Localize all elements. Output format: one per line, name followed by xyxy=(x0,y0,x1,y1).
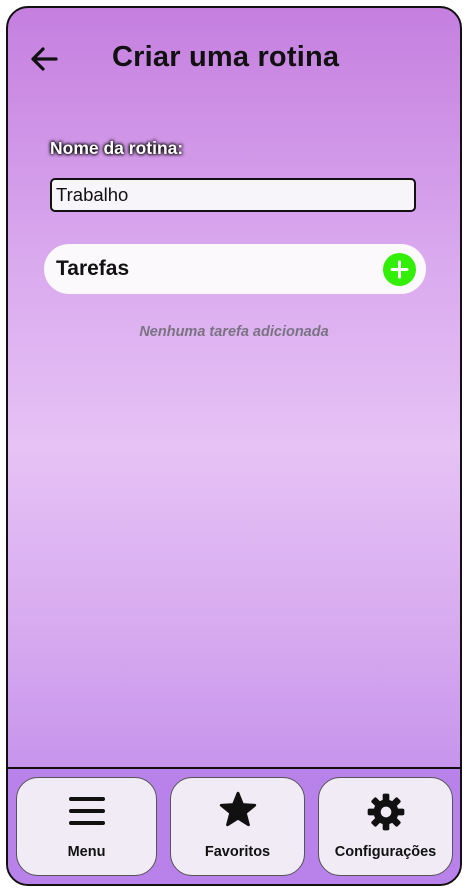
star-icon xyxy=(219,791,256,827)
tasks-title: Tarefas xyxy=(56,257,130,280)
back-button[interactable] xyxy=(28,43,64,75)
page-title: Criar uma rotina xyxy=(112,41,340,73)
nav-favorites-button[interactable]: Favoritos xyxy=(170,777,305,876)
nav-menu-button[interactable]: Menu xyxy=(16,777,157,876)
nav-favorites-label: Favoritos xyxy=(204,844,271,860)
tasks-section-bar: Tarefas xyxy=(44,244,426,294)
nav-menu-label: Menu xyxy=(67,844,106,860)
arrow-left-icon xyxy=(31,47,58,71)
routine-name-label: Nome da rotina: xyxy=(50,138,184,158)
bottom-navigation: Menu Favoritos Configurações xyxy=(8,767,460,884)
gear-icon xyxy=(367,793,404,831)
add-task-button[interactable] xyxy=(383,253,416,286)
plus-icon xyxy=(390,260,409,279)
nav-settings-button[interactable]: Configurações xyxy=(318,777,453,876)
hamburger-menu-icon xyxy=(68,797,105,825)
nav-settings-label: Configurações xyxy=(334,844,437,860)
header: Criar uma rotina xyxy=(8,8,460,112)
routine-name-input[interactable] xyxy=(50,178,416,212)
empty-tasks-message: Nenhuma tarefa adicionada xyxy=(139,324,329,340)
app-frame: Criar uma rotina Nome da rotina: Tarefas… xyxy=(6,6,462,886)
